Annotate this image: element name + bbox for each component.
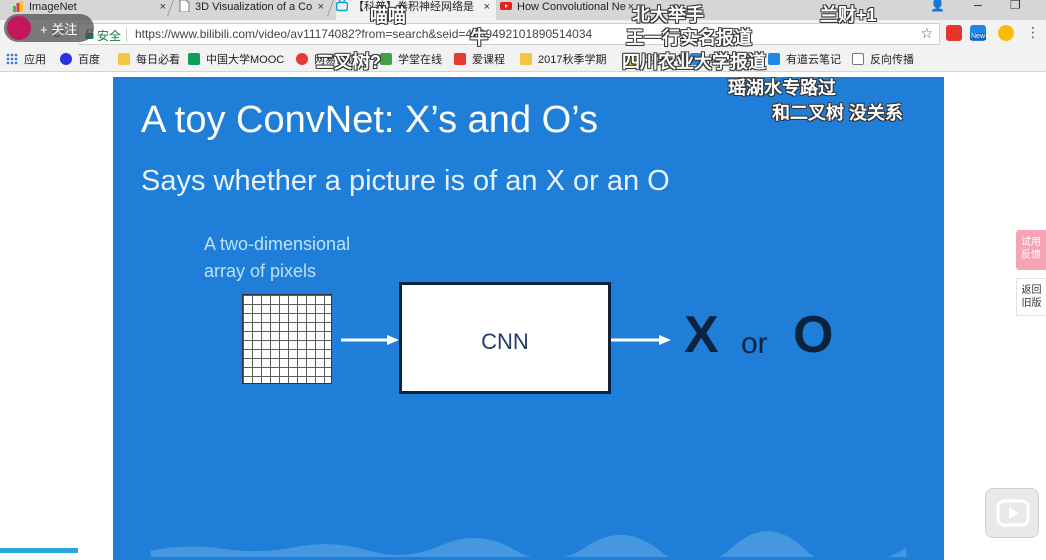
- danmaku-comment: 王一行实名报道: [626, 28, 752, 48]
- bookmark-youdao[interactable]: 有道云笔记: [768, 53, 841, 67]
- netease-icon: [296, 53, 308, 65]
- tv-play-button[interactable]: [985, 488, 1039, 538]
- bookmark-daily[interactable]: 每日必看: [118, 53, 180, 67]
- bookmark-star-icon[interactable]: ☆: [920, 25, 933, 42]
- restore-button[interactable]: ❐: [1010, 0, 1021, 12]
- user-icon[interactable]: 👤: [930, 0, 945, 12]
- danmaku-comment: 四川农业大学报道: [622, 52, 766, 72]
- tab-youtube[interactable]: How Convolutional Ne ×: [500, 0, 640, 20]
- output-o: O: [793, 306, 834, 364]
- slide-subtitle: Says whether a picture is of an X or an …: [141, 165, 670, 197]
- bookmark-label: 反向传播: [870, 54, 914, 66]
- ext-new-icon[interactable]: New: [970, 25, 987, 41]
- danmaku-comment: 兰财+1: [820, 5, 877, 25]
- address-bar[interactable]: 安全 https://www.bilibili.com/video/av1117…: [78, 23, 940, 45]
- danmaku-comment: 和二叉树 没关系: [772, 103, 904, 123]
- page-content: A toy ConvNet: X’s and O’s Says whether …: [0, 73, 1046, 560]
- follow-label: + 关注: [40, 22, 78, 37]
- tab-bar: ImageNet × 3D Visualization of a Co × 【科…: [0, 0, 1046, 20]
- tab-title: ImageNet: [29, 1, 77, 13]
- tab-title: 3D Visualization of a Co: [195, 1, 313, 13]
- secure-label: 安全: [97, 29, 122, 43]
- address-divider: [126, 28, 127, 42]
- bookmark-icourse[interactable]: 爱课程: [454, 53, 505, 67]
- feedback-button[interactable]: 试用 反馈: [1016, 230, 1046, 270]
- slide-title: A toy ConvNet: X’s and O’s: [141, 99, 598, 141]
- slide-note-line: array of pixels: [204, 261, 317, 281]
- close-icon[interactable]: ×: [318, 0, 324, 14]
- bookmark-apps[interactable]: 应用: [6, 53, 46, 67]
- ext-new-label: New: [970, 33, 987, 40]
- ext-red-icon[interactable]: [946, 25, 962, 41]
- youtube-icon: [500, 2, 512, 10]
- tv-icon: [996, 499, 1030, 527]
- bilibili-icon: [336, 0, 348, 12]
- return-old-version-button[interactable]: 返回 旧版: [1016, 278, 1046, 316]
- imagenet-icon: [13, 1, 23, 12]
- danmaku-comment: 喵喵: [370, 6, 406, 26]
- mooc-icon: [188, 53, 200, 65]
- danmaku-comment: 二叉树?: [316, 52, 381, 72]
- avatar: [7, 16, 31, 40]
- cnn-box: CNN: [399, 282, 611, 394]
- page-icon: [852, 53, 864, 65]
- url-text[interactable]: https://www.bilibili.com/video/av1117408…: [135, 27, 592, 41]
- danmaku-comment: 瑶湖水专路过: [728, 78, 836, 98]
- minimize-button[interactable]: –: [974, 0, 982, 12]
- bookmark-label: 有道云笔记: [786, 54, 841, 66]
- page-icon: [179, 0, 190, 12]
- slide-note-line: A two-dimensional: [204, 234, 351, 254]
- tab-3d-visualization[interactable]: 3D Visualization of a Co ×: [178, 0, 330, 20]
- folder-icon: [118, 53, 130, 65]
- bookmark-baidu[interactable]: 百度: [60, 53, 100, 67]
- icourse-icon: [454, 53, 466, 65]
- follow-button[interactable]: + 关注: [4, 14, 94, 42]
- folder-icon: [520, 53, 532, 65]
- feedback-label: 反馈: [1021, 250, 1041, 261]
- bookmark-label: 中国大学MOOC: [206, 54, 285, 66]
- bookmark-label: 学堂在线: [398, 54, 442, 66]
- output-or: or: [741, 327, 768, 360]
- waveform-decoration: [150, 531, 907, 557]
- xuetang-icon: [380, 53, 392, 65]
- apps-icon: [6, 53, 18, 65]
- video-player[interactable]: A toy ConvNet: X’s and O’s Says whether …: [113, 77, 944, 560]
- cnn-label: CNN: [481, 329, 529, 354]
- old-version-label: 旧版: [1021, 298, 1042, 309]
- bookmark-label: 百度: [78, 54, 100, 66]
- pixel-grid: [242, 294, 332, 384]
- danmaku-comment: 牛: [470, 28, 488, 48]
- bookmark-mooc[interactable]: 中国大学MOOC: [188, 53, 284, 67]
- close-icon[interactable]: ×: [160, 0, 166, 14]
- browser-window: ImageNet × 3D Visualization of a Co × 【科…: [0, 0, 1046, 560]
- arrow-icon: [341, 335, 399, 345]
- menu-icon[interactable]: ⋮: [1026, 24, 1040, 41]
- baidu-icon: [60, 53, 72, 65]
- bookmarks-bar: 应用 百度 每日必看 中国大学MOOC 网易云课堂 学堂在线 爱课程 2017秋…: [0, 48, 1046, 72]
- bookmark-label: 应用: [24, 54, 46, 66]
- slide-note: A two-dimensional array of pixels: [204, 231, 424, 285]
- bookmark-backprop[interactable]: 反向传播: [852, 53, 914, 67]
- tab-title: How Convolutional Ne: [517, 1, 626, 13]
- tab-bilibili[interactable]: 【科普】卷积神经网络是 ×: [336, 0, 496, 20]
- ext-flower-icon[interactable]: [998, 25, 1014, 41]
- bookmark-label: 每日必看: [136, 54, 180, 66]
- bookmark-label: 爱课程: [472, 54, 505, 66]
- toolbar: ⟳ 安全 https://www.bilibili.com/video/av11…: [0, 20, 1046, 48]
- youdao-icon: [768, 53, 780, 65]
- output-x: X: [684, 306, 719, 364]
- close-icon[interactable]: ×: [484, 0, 490, 14]
- bookmark-xuetang[interactable]: 学堂在线: [380, 53, 442, 67]
- bookmark-2017-fall[interactable]: 2017秋季学期: [520, 53, 606, 67]
- arrow-icon: [611, 335, 671, 345]
- old-version-label: 返回: [1021, 285, 1042, 296]
- progress-indicator: [0, 548, 78, 553]
- bookmark-label: 2017秋季学期: [538, 54, 607, 66]
- feedback-label: 试用: [1021, 237, 1041, 248]
